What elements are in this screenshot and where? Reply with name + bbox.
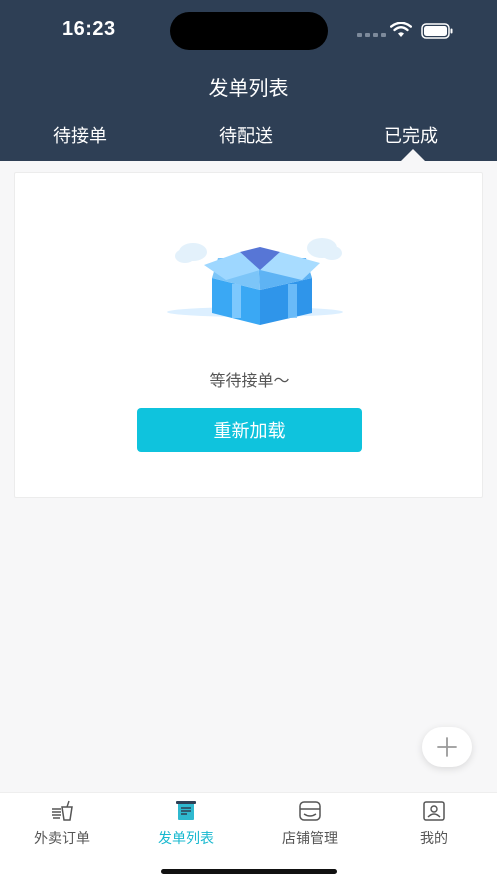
order-list-icon xyxy=(176,801,196,820)
tabbar-label: 外卖订单 xyxy=(34,831,90,847)
reload-button[interactable]: 重新加载 xyxy=(137,408,362,452)
empty-state-card: 等待接单～ 重新加载 xyxy=(14,172,483,498)
tab-pending-accept[interactable]: 待接单 xyxy=(53,122,107,148)
wifi-icon xyxy=(390,22,412,37)
empty-message: 等待接单～ xyxy=(209,371,290,390)
page-title: 发单列表 xyxy=(208,76,289,100)
header: 16:23 发单列表 待接单 待配送 已完成 xyxy=(0,0,497,161)
active-tab-indicator xyxy=(401,149,425,161)
status-time: 16:23 xyxy=(62,18,116,40)
dynamic-island xyxy=(170,12,328,50)
empty-box-illustration xyxy=(167,238,343,325)
signal-icon xyxy=(357,33,386,37)
tabbar-label: 发单列表 xyxy=(158,831,214,847)
add-order-button[interactable] xyxy=(422,727,472,767)
tabbar-label: 我的 xyxy=(420,831,448,847)
profile-card-icon xyxy=(423,801,445,821)
tabbar-label: 店铺管理 xyxy=(282,831,338,847)
tab-completed[interactable]: 已完成 xyxy=(384,122,438,148)
order-status-tabs: 待接单 待配送 已完成 xyxy=(0,122,497,152)
takeout-icon xyxy=(52,800,73,821)
home-indicator xyxy=(161,869,337,874)
battery-icon xyxy=(421,23,453,39)
status-bar: 16:23 xyxy=(0,0,497,60)
plus-icon xyxy=(437,737,457,757)
store-icon xyxy=(299,801,321,821)
tab-pending-delivery[interactable]: 待配送 xyxy=(219,122,273,148)
